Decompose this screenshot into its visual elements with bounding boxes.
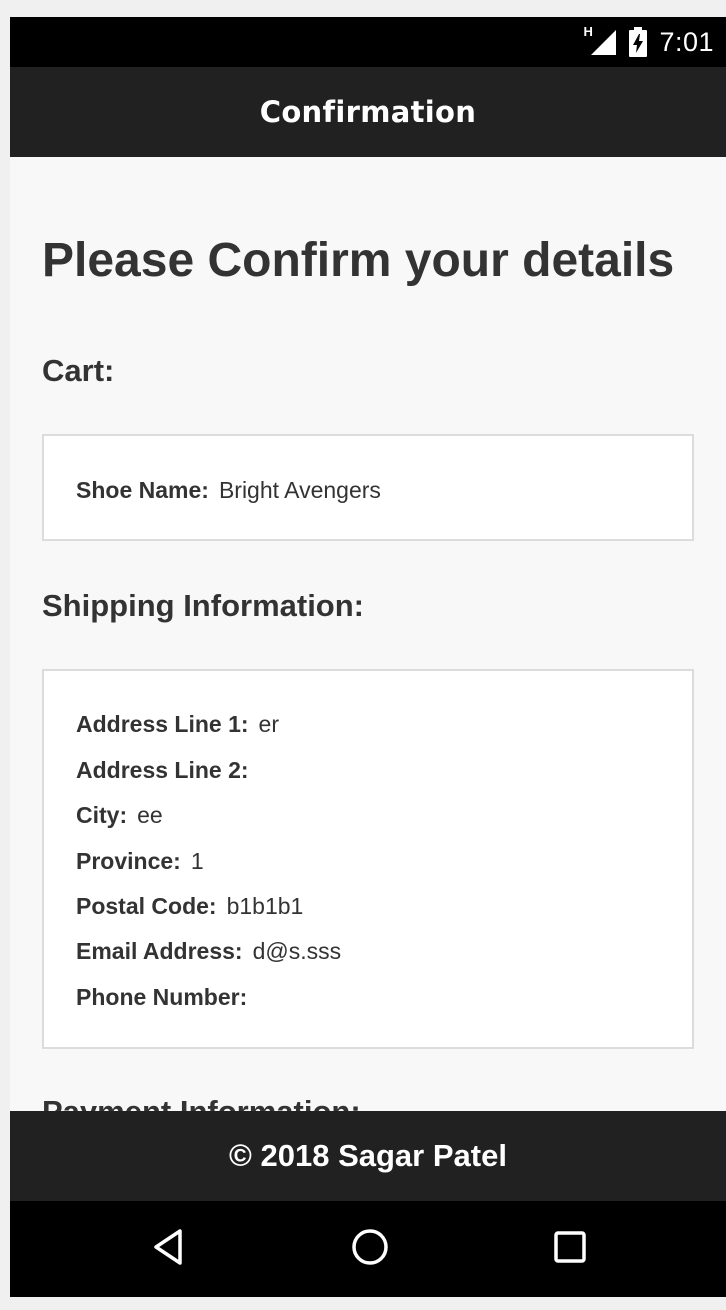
status-bar: H 7:01 bbox=[10, 17, 726, 67]
footer: © 2018 Sagar Patel bbox=[10, 1111, 726, 1201]
field-label: Phone Number: bbox=[76, 984, 248, 1010]
shipping-row-postal-code: Postal Code: b1b1b1 bbox=[76, 893, 303, 920]
recents-icon bbox=[550, 1227, 590, 1272]
cart-heading: Cart: bbox=[42, 353, 115, 388]
payment-heading: Payment Information: bbox=[42, 1094, 361, 1111]
field-label: Postal Code: bbox=[76, 893, 217, 919]
system-nav-bar bbox=[10, 1201, 726, 1297]
shipping-row-phone: Phone Number: bbox=[76, 984, 257, 1011]
field-label: Address Line 1: bbox=[76, 711, 249, 737]
app-bar-title: Confirmation bbox=[259, 95, 477, 129]
scroll-content[interactable]: Please Confirm your details Cart: Shoe N… bbox=[10, 157, 726, 1111]
home-icon bbox=[350, 1227, 390, 1272]
field-value: d@s.sss bbox=[252, 938, 342, 964]
signal-icon: H bbox=[583, 24, 617, 56]
field-label: Shoe Name: bbox=[76, 477, 209, 503]
shipping-row-address-1: Address Line 1: er bbox=[76, 711, 279, 738]
back-icon bbox=[150, 1227, 190, 1272]
field-label: Address Line 2: bbox=[76, 757, 249, 783]
shipping-row-address-2: Address Line 2: bbox=[76, 757, 259, 784]
footer-copyright: © 2018 Sagar Patel bbox=[229, 1138, 507, 1173]
shipping-heading: Shipping Information: bbox=[42, 588, 365, 623]
shipping-row-province: Province: 1 bbox=[76, 848, 204, 875]
app-bar: Confirmation bbox=[10, 67, 726, 157]
nav-back-button[interactable] bbox=[140, 1219, 200, 1279]
shipping-card: Address Line 1: er Address Line 2: City: e… bbox=[42, 669, 694, 1049]
device-screen: H 7:01 Confirmation Please Confirm your … bbox=[10, 17, 726, 1297]
field-value: Bright Avengers bbox=[218, 477, 381, 503]
cart-row-shoe-name: Shoe Name: Bright Avengers bbox=[76, 477, 381, 504]
battery-charging-icon bbox=[627, 27, 649, 57]
field-value: er bbox=[258, 711, 279, 737]
page-title: Please Confirm your details bbox=[42, 234, 675, 287]
shipping-row-email: Email Address: d@s.sss bbox=[76, 938, 341, 965]
nav-recents-button[interactable] bbox=[540, 1219, 600, 1279]
status-icons: H 7:01 bbox=[583, 24, 714, 59]
status-time: 7:01 bbox=[659, 26, 714, 57]
field-label: Province: bbox=[76, 848, 181, 874]
field-label: City: bbox=[76, 802, 128, 828]
field-value: b1b1b1 bbox=[226, 893, 304, 919]
field-value: ee bbox=[137, 802, 163, 828]
cart-card: Shoe Name: Bright Avengers bbox=[42, 434, 694, 541]
field-value: 1 bbox=[190, 848, 204, 874]
shipping-row-city: City: ee bbox=[76, 802, 163, 829]
field-label: Email Address: bbox=[76, 938, 243, 964]
nav-home-button[interactable] bbox=[340, 1219, 400, 1279]
